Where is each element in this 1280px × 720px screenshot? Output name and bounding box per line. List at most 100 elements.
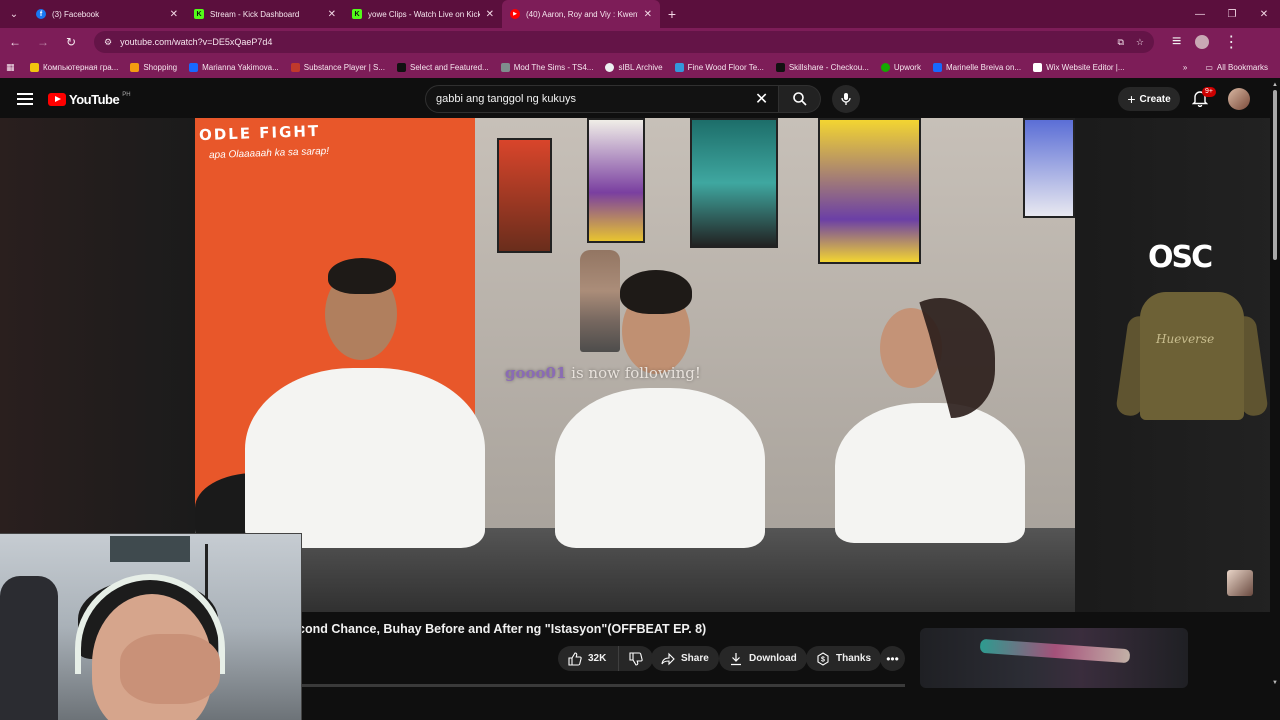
address-bar[interactable]: ⚙ youtube.com/watch?v=DE5xQaeP7d4 ⧉ ☆: [94, 31, 1154, 53]
ad-jacket-image[interactable]: Hueverse: [1115, 292, 1269, 422]
bookmark-item[interactable]: Shopping: [124, 62, 183, 72]
kebab-menu-icon[interactable]: ⋮: [1223, 32, 1239, 52]
channel-mini-avatar[interactable]: [1227, 570, 1253, 596]
page-scrollbar[interactable]: ▲ ▼: [1270, 80, 1280, 690]
wall-poster: [497, 138, 552, 253]
share-button[interactable]: Share: [651, 646, 719, 671]
bookmark-item[interactable]: Marinelle Breiva on...: [927, 62, 1027, 72]
scroll-up-arrow-icon[interactable]: ▲: [1272, 82, 1278, 88]
bookmark-star-icon[interactable]: ☆: [1136, 37, 1144, 48]
close-tab-icon[interactable]: ✕: [644, 9, 652, 20]
bookmark-item[interactable]: Marianna Yakimova...: [183, 62, 285, 72]
scrollbar-thumb[interactable]: [1273, 90, 1277, 260]
youtube-header: YouTube PH gabbi ang tanggol ng kukuys ✕…: [0, 80, 1280, 118]
tab-kick-dashboard[interactable]: K Stream - Kick Dashboard ✕: [186, 0, 344, 28]
bookmark-label: Upwork: [893, 62, 921, 72]
video-player[interactable]: ODLE FIGHT apa Olaaaaah ka sa sarap! goo…: [195, 118, 1075, 612]
like-button[interactable]: 32K: [558, 646, 620, 671]
country-code: PH: [122, 92, 131, 98]
close-tab-icon[interactable]: ✕: [170, 9, 178, 20]
bookmark-item[interactable]: Substance Player | S...: [285, 62, 391, 72]
account-avatar[interactable]: [1228, 88, 1250, 110]
search-button[interactable]: [779, 85, 821, 113]
close-tab-icon[interactable]: ✕: [328, 9, 336, 20]
apps-grid-icon[interactable]: ▦: [6, 62, 24, 73]
clear-search-icon[interactable]: ✕: [755, 89, 768, 109]
bookmark-item[interactable]: Компьютерная гра...: [24, 62, 124, 72]
streamer-hands: [120, 634, 220, 704]
folder-icon: ▭: [1205, 62, 1213, 72]
install-app-icon[interactable]: ⧉: [1117, 37, 1123, 48]
more-bookmarks-chevron-icon[interactable]: »: [1183, 63, 1187, 72]
bookmark-favicon-icon: [500, 62, 510, 72]
youtube-logo[interactable]: YouTube PH: [48, 92, 131, 107]
bookmark-favicon-icon: [880, 62, 890, 72]
minimize-icon[interactable]: —: [1184, 0, 1216, 28]
kick-favicon-icon: K: [194, 9, 204, 19]
voice-search-button[interactable]: [832, 85, 860, 113]
jacket-brand-text: Hueverse: [1156, 332, 1215, 346]
bookmark-item[interactable]: Mod The Sims - TS4...: [495, 62, 600, 72]
dislike-button[interactable]: [619, 646, 654, 671]
bookmark-favicon-icon: [290, 62, 300, 72]
related-video-thumbnail[interactable]: [920, 628, 1188, 688]
bookmark-item[interactable]: Skillshare - Checkou...: [770, 62, 875, 72]
notification-badge: 9+: [1202, 87, 1216, 97]
wall-poster: [587, 118, 645, 243]
bookmark-item[interactable]: sIBL Archive: [599, 62, 668, 72]
thanks-dollar-icon: $: [817, 651, 829, 666]
tab-label: (40) Aaron, Roy and Viy : Kwent: [526, 9, 638, 19]
plus-icon: +: [1127, 91, 1136, 107]
scroll-down-arrow-icon[interactable]: ▼: [1272, 680, 1278, 686]
profile-avatar-icon[interactable]: [1195, 35, 1210, 49]
bookmark-label: Select and Featured...: [410, 62, 489, 72]
media-queue-icon[interactable]: ≡: [1172, 33, 1181, 51]
tab-youtube-active[interactable]: ▶ (40) Aaron, Roy and Viy : Kwent ✕: [502, 0, 660, 28]
back-arrow-icon[interactable]: ←: [6, 35, 24, 49]
bookmark-favicon-icon: [932, 62, 942, 72]
kick-favicon-icon: K: [352, 9, 362, 19]
tab-kick-clips[interactable]: K yowe Clips - Watch Live on Kick ✕: [344, 0, 502, 28]
url-text: youtube.com/watch?v=DE5xQaeP7d4: [120, 37, 273, 47]
download-button[interactable]: Download: [719, 646, 807, 671]
browser-tab-bar: ⌄ f (3) Facebook ✕ K Stream - Kick Dashb…: [0, 0, 1280, 28]
close-tab-icon[interactable]: ✕: [486, 9, 494, 20]
tab-search-chevron-icon[interactable]: ⌄: [0, 0, 28, 28]
microphone-icon: [841, 93, 851, 105]
facebook-favicon-icon: f: [36, 9, 46, 19]
notifications-button[interactable]: 9+: [1192, 87, 1216, 109]
search-bar: gabbi ang tanggol ng kukuys ✕: [425, 85, 821, 113]
forward-arrow-icon[interactable]: →: [34, 35, 52, 49]
wall-poster: [690, 118, 778, 248]
bookmark-label: Marinelle Breiva on...: [945, 62, 1022, 72]
search-input[interactable]: gabbi ang tanggol ng kukuys ✕: [425, 85, 780, 113]
thumbnail-artwork: [979, 638, 1131, 664]
restore-icon[interactable]: ❐: [1216, 0, 1248, 28]
bookmark-item[interactable]: Wix Website Editor |...: [1027, 62, 1130, 72]
tab-facebook[interactable]: f (3) Facebook ✕: [28, 0, 186, 28]
person-left: [245, 368, 485, 548]
bookmarks-bar: ▦ Компьютерная гра... Shopping Marianna …: [0, 56, 1280, 78]
site-info-icon[interactable]: ⚙: [104, 37, 112, 48]
follower-name: gooo01: [505, 364, 567, 382]
create-button[interactable]: + Create: [1118, 87, 1180, 111]
bookmark-item[interactable]: Select and Featured...: [391, 62, 495, 72]
thanks-button[interactable]: $ Thanks: [806, 646, 882, 671]
all-bookmarks-folder[interactable]: ▭ All Bookmarks: [1199, 63, 1274, 72]
new-tab-plus-icon[interactable]: +: [660, 6, 684, 22]
bookmark-favicon-icon: [397, 62, 406, 72]
like-dislike-group: 32K: [558, 646, 654, 671]
download-label: Download: [749, 653, 797, 664]
hamburger-menu-icon[interactable]: [17, 93, 33, 105]
follower-text: is now following!: [566, 364, 701, 382]
bookmark-item[interactable]: Fine Wood Floor Te...: [669, 62, 770, 72]
bookmark-item[interactable]: Upwork: [875, 62, 927, 72]
ad-brand-logo[interactable]: OSC: [1148, 240, 1226, 275]
more-actions-button[interactable]: •••: [880, 646, 905, 671]
all-bookmarks-label: All Bookmarks: [1216, 62, 1268, 72]
window-close-icon[interactable]: ✕: [1248, 0, 1280, 28]
youtube-play-logo-icon: [48, 92, 66, 106]
reload-icon[interactable]: ↻: [62, 35, 80, 49]
tab-label: Stream - Kick Dashboard: [210, 9, 300, 19]
jacket-body: [1140, 292, 1244, 420]
